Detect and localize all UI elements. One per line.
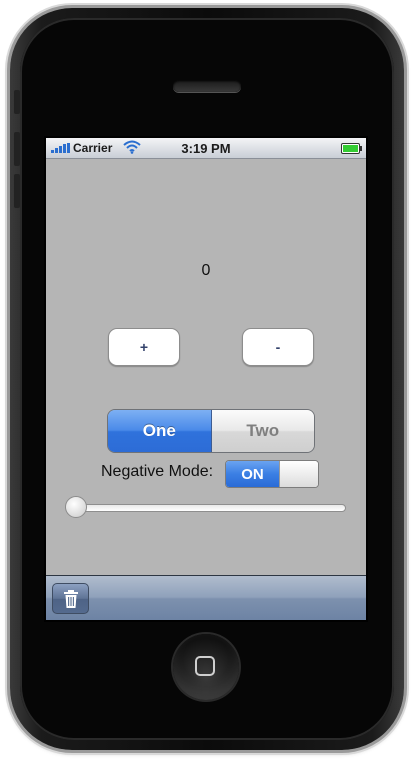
decrement-button-label: - [275, 339, 281, 355]
segment-one-label: One [142, 421, 176, 440]
status-bar: Carrier 3:19 PM [46, 138, 366, 159]
increment-button[interactable]: + [108, 328, 180, 366]
trash-icon [63, 589, 78, 608]
decrement-button[interactable]: - [242, 328, 314, 366]
toolbar [46, 575, 366, 620]
negative-mode-switch[interactable]: ON [225, 460, 319, 488]
increment-button-label: + [139, 339, 149, 355]
slider-thumb[interactable] [65, 496, 87, 518]
screen: Carrier 3:19 PM 0 + - One Two Negative M… [46, 138, 366, 620]
segment-two-label: Two [246, 421, 280, 440]
slider-track[interactable] [66, 504, 346, 512]
segment-two[interactable]: Two [211, 410, 314, 452]
counter-label: 0 [201, 262, 211, 279]
segmented-control: One Two [107, 409, 315, 453]
trash-button[interactable] [52, 583, 89, 614]
status-time: 3:19 PM [181, 141, 231, 156]
home-button[interactable] [173, 634, 239, 700]
earpiece-speaker [173, 80, 241, 92]
home-square-icon [195, 656, 215, 676]
switch-on-label: ON [226, 461, 279, 487]
segment-one[interactable]: One [108, 410, 212, 452]
negative-mode-label: Negative Mode: [101, 463, 214, 480]
battery-icon [341, 143, 362, 154]
switch-knob[interactable] [279, 461, 318, 487]
